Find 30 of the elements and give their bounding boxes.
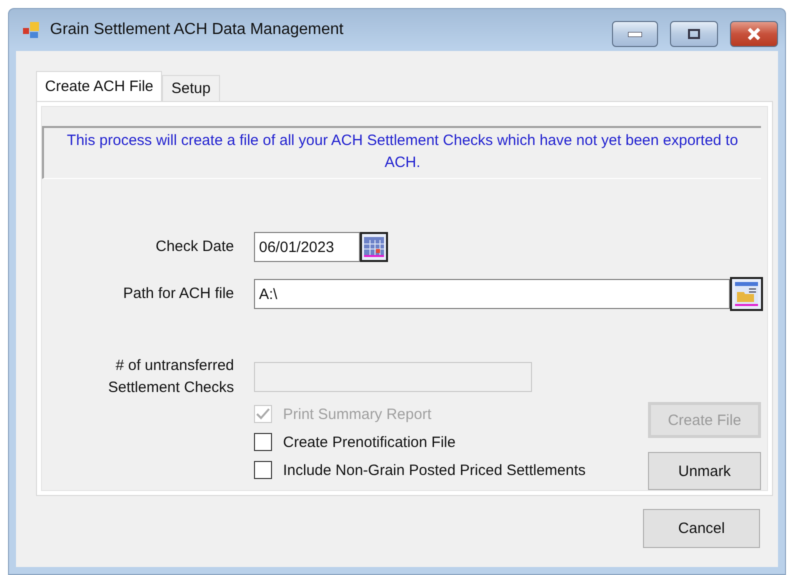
checkbox[interactable] — [254, 433, 272, 451]
option-label: Create Prenotification File — [283, 434, 456, 450]
window-title: Grain Settlement ACH Data Management — [50, 21, 344, 39]
field-label: # of untransferred Settlement Checks — [107, 356, 234, 398]
action-button[interactable]: Unmark — [648, 452, 761, 490]
checkbox-option[interactable]: Include Non-Grain Posted Priced Settlements — [254, 461, 648, 479]
tab[interactable]: Setup — [162, 75, 220, 101]
browse-button[interactable] — [730, 277, 763, 311]
maximize-button[interactable] — [670, 21, 718, 47]
checkbox-option[interactable]: Create Prenotification File — [254, 433, 648, 451]
calendar-button[interactable] — [360, 232, 388, 262]
calendar-icon — [363, 236, 385, 258]
minimize-button[interactable] — [612, 21, 658, 47]
minimize-icon — [628, 32, 642, 36]
folder-icon — [734, 281, 759, 307]
date-field[interactable]: 06/01/2023 — [254, 232, 360, 262]
field-label: Path for ACH file — [122, 284, 234, 304]
close-icon — [747, 28, 761, 40]
checkbox[interactable] — [254, 461, 272, 479]
checkmark-icon — [256, 408, 270, 420]
info-message: This process will create a file of all your ACH Settlement Checks which have not yet been exported to ACH. — [42, 126, 761, 179]
close-button[interactable] — [730, 21, 778, 47]
path-field[interactable]: A:\ — [254, 279, 730, 309]
field-label: Check Date — [154, 237, 234, 257]
maximize-icon — [688, 29, 700, 39]
app-icon — [22, 21, 42, 39]
tab[interactable]: Create ACH File — [36, 71, 162, 101]
cancel-button[interactable]: Cancel — [643, 509, 760, 548]
option-label: Include Non-Grain Posted Priced Settlements — [283, 462, 586, 478]
option-label: Print Summary Report — [283, 406, 432, 422]
